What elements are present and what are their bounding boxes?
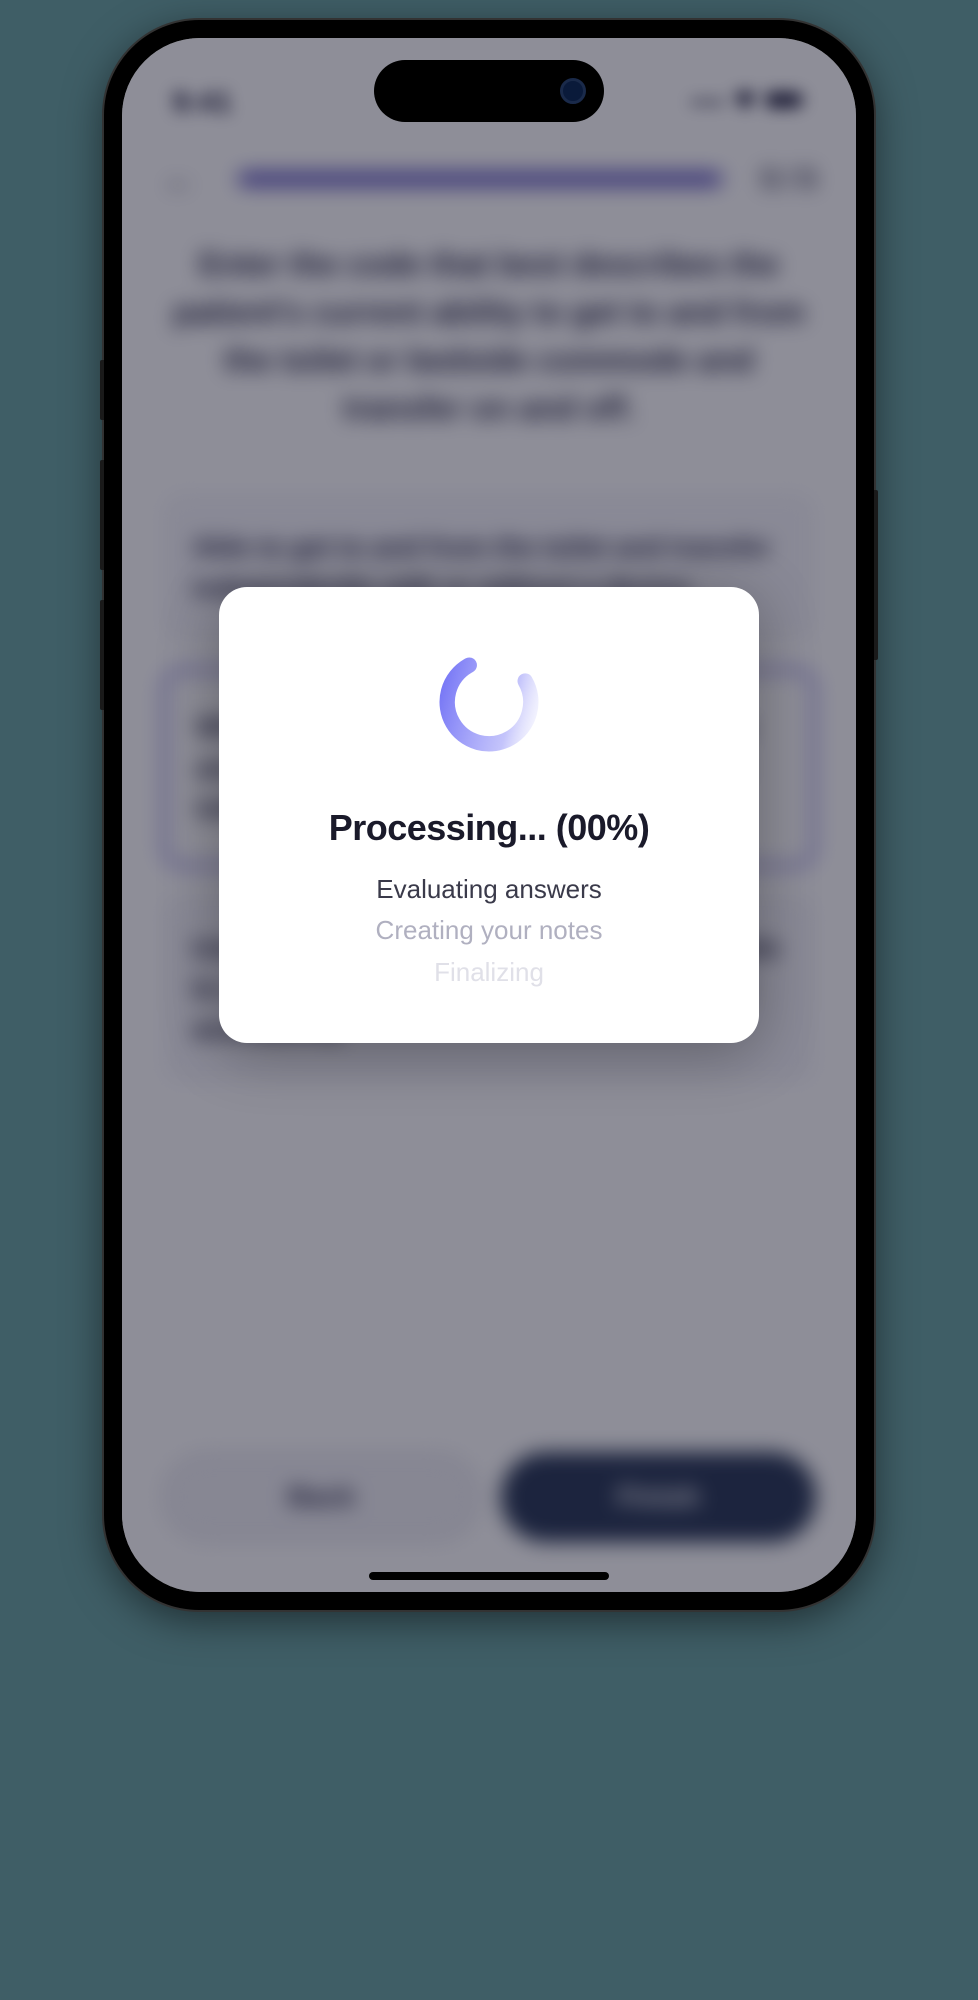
step-3: Finalizing [434,952,544,994]
phone-mute-switch [100,360,104,420]
phone-volume-up [100,460,104,570]
step-1: Evaluating answers [376,869,601,911]
spinner-icon [434,647,544,757]
home-indicator[interactable] [369,1572,609,1580]
dynamic-island [374,60,604,122]
modal-overlay: Processing... (00%) Evaluating answers C… [122,38,856,1592]
step-2: Creating your notes [376,910,603,952]
processing-modal: Processing... (00%) Evaluating answers C… [219,587,759,1044]
phone-volume-down [100,600,104,710]
modal-title: Processing... (00%) [329,807,650,849]
phone-power-button [874,490,878,660]
phone-frame: 9:41 •••• ← 5 / 5 Enter the code that be… [104,20,874,1610]
front-camera-icon [560,78,586,104]
screen: 9:41 •••• ← 5 / 5 Enter the code that be… [122,38,856,1592]
